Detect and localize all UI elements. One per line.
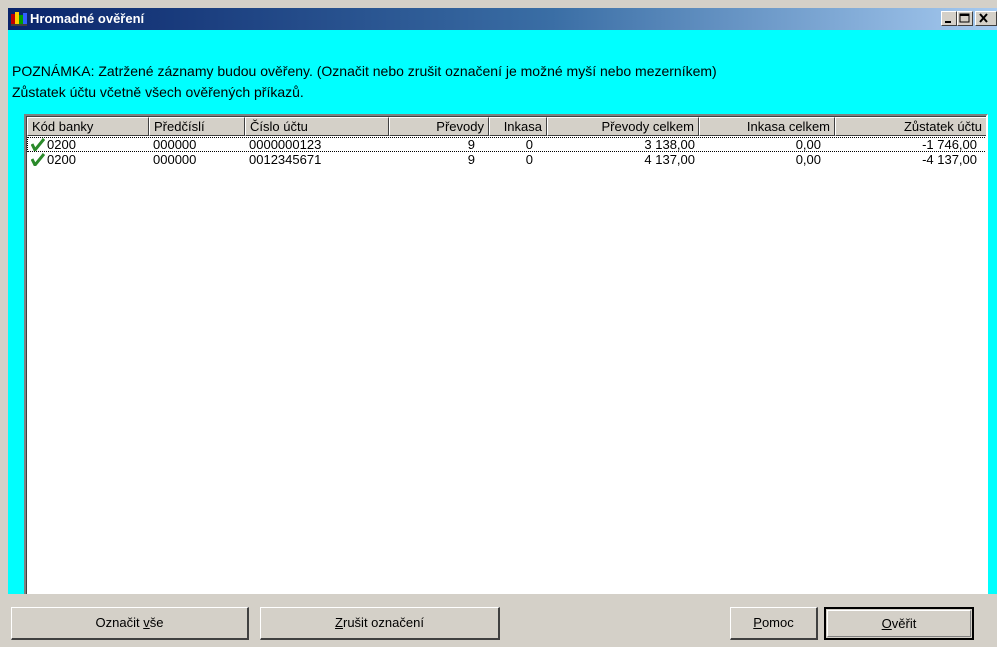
cell-predcisli: 000000	[153, 137, 197, 152]
verify-label-accel: O	[881, 616, 892, 631]
close-icon[interactable]	[975, 11, 997, 26]
cell-prevody-celkem: 4 137,00	[644, 152, 695, 167]
help-button[interactable]: Pomoc	[730, 607, 818, 640]
window-title: Hromadné ověření	[30, 11, 145, 26]
verify-button[interactable]: Ověřit	[824, 607, 974, 640]
col-header-predcisli[interactable]: Předčíslí	[149, 117, 245, 136]
checkmark-icon[interactable]	[31, 138, 45, 151]
col-header-prevody[interactable]: Převody	[389, 117, 489, 136]
cell-kod-banky: 0200	[47, 137, 76, 152]
mark-all-button[interactable]: Označit vše	[11, 607, 249, 640]
title-bar[interactable]: Hromadné ověření	[8, 8, 997, 30]
unmark-label-accel: Z	[335, 615, 343, 630]
col-header-prevody-celkem[interactable]: Převody celkem	[547, 117, 699, 136]
cell-inkasa-celkem: 0,00	[795, 137, 821, 152]
unmark-label-post: rušit označení	[343, 615, 424, 630]
cell-predcisli: 000000	[153, 152, 197, 167]
help-label-post: omoc	[761, 615, 794, 630]
checkmark-icon[interactable]	[31, 153, 45, 166]
col-header-kod-banky[interactable]: Kód banky	[27, 117, 149, 136]
minimize-icon[interactable]	[941, 11, 957, 26]
cell-inkasa: 0	[525, 152, 533, 167]
button-bar: Označit vše Zrušit označení Pomoc Ověřit	[8, 594, 997, 647]
app-icon	[11, 12, 27, 26]
mark-all-label-post: še	[149, 615, 164, 630]
help-label-accel: P	[753, 615, 762, 630]
mark-all-label-pre: Označit	[95, 615, 144, 630]
maximize-icon[interactable]	[957, 11, 973, 26]
col-header-inkasa-celkem[interactable]: Inkasa celkem	[699, 117, 835, 136]
accounts-list[interactable]: Kód banky Předčíslí Číslo účtu Převody I…	[24, 114, 988, 604]
cell-inkasa: 0	[525, 137, 533, 152]
cell-inkasa-celkem: 0,00	[795, 152, 821, 167]
cell-cislo-uctu: 0000000123	[249, 137, 322, 152]
table-row[interactable]: 0200 000000 0012345671 9 0 4 137,00 0,00…	[27, 152, 986, 167]
col-header-inkasa[interactable]: Inkasa	[489, 117, 547, 136]
list-header: Kód banky Předčíslí Číslo účtu Převody I…	[27, 117, 986, 136]
verify-label-post: věřit	[891, 616, 917, 631]
cell-prevody: 9	[467, 137, 475, 152]
cell-zustatek: -4 137,00	[922, 152, 977, 167]
client-area: POZNÁMKA: Zatržené záznamy budou ověřeny…	[8, 30, 997, 604]
cell-cislo-uctu: 0012345671	[249, 152, 322, 167]
col-header-cislo-uctu[interactable]: Číslo účtu	[245, 117, 389, 136]
cell-kod-banky: 0200	[47, 152, 76, 167]
table-row[interactable]: 0200 000000 0000000123 9 0 3 138,00 0,00…	[27, 137, 986, 152]
cell-zustatek: -1 746,00	[922, 137, 977, 152]
note-line-2: Zůstatek účtu včetně všech ověřených pří…	[12, 84, 304, 100]
unmark-button[interactable]: Zrušit označení	[260, 607, 500, 640]
verification-window: Hromadné ověření POZNÁMKA: Zatržené zázn…	[8, 8, 997, 647]
cell-prevody: 9	[467, 152, 475, 167]
note-line-1: POZNÁMKA: Zatržené záznamy budou ověřeny…	[12, 63, 717, 79]
col-header-zustatek-uctu[interactable]: Zůstatek účtu	[835, 117, 986, 136]
cell-prevody-celkem: 3 138,00	[644, 137, 695, 152]
